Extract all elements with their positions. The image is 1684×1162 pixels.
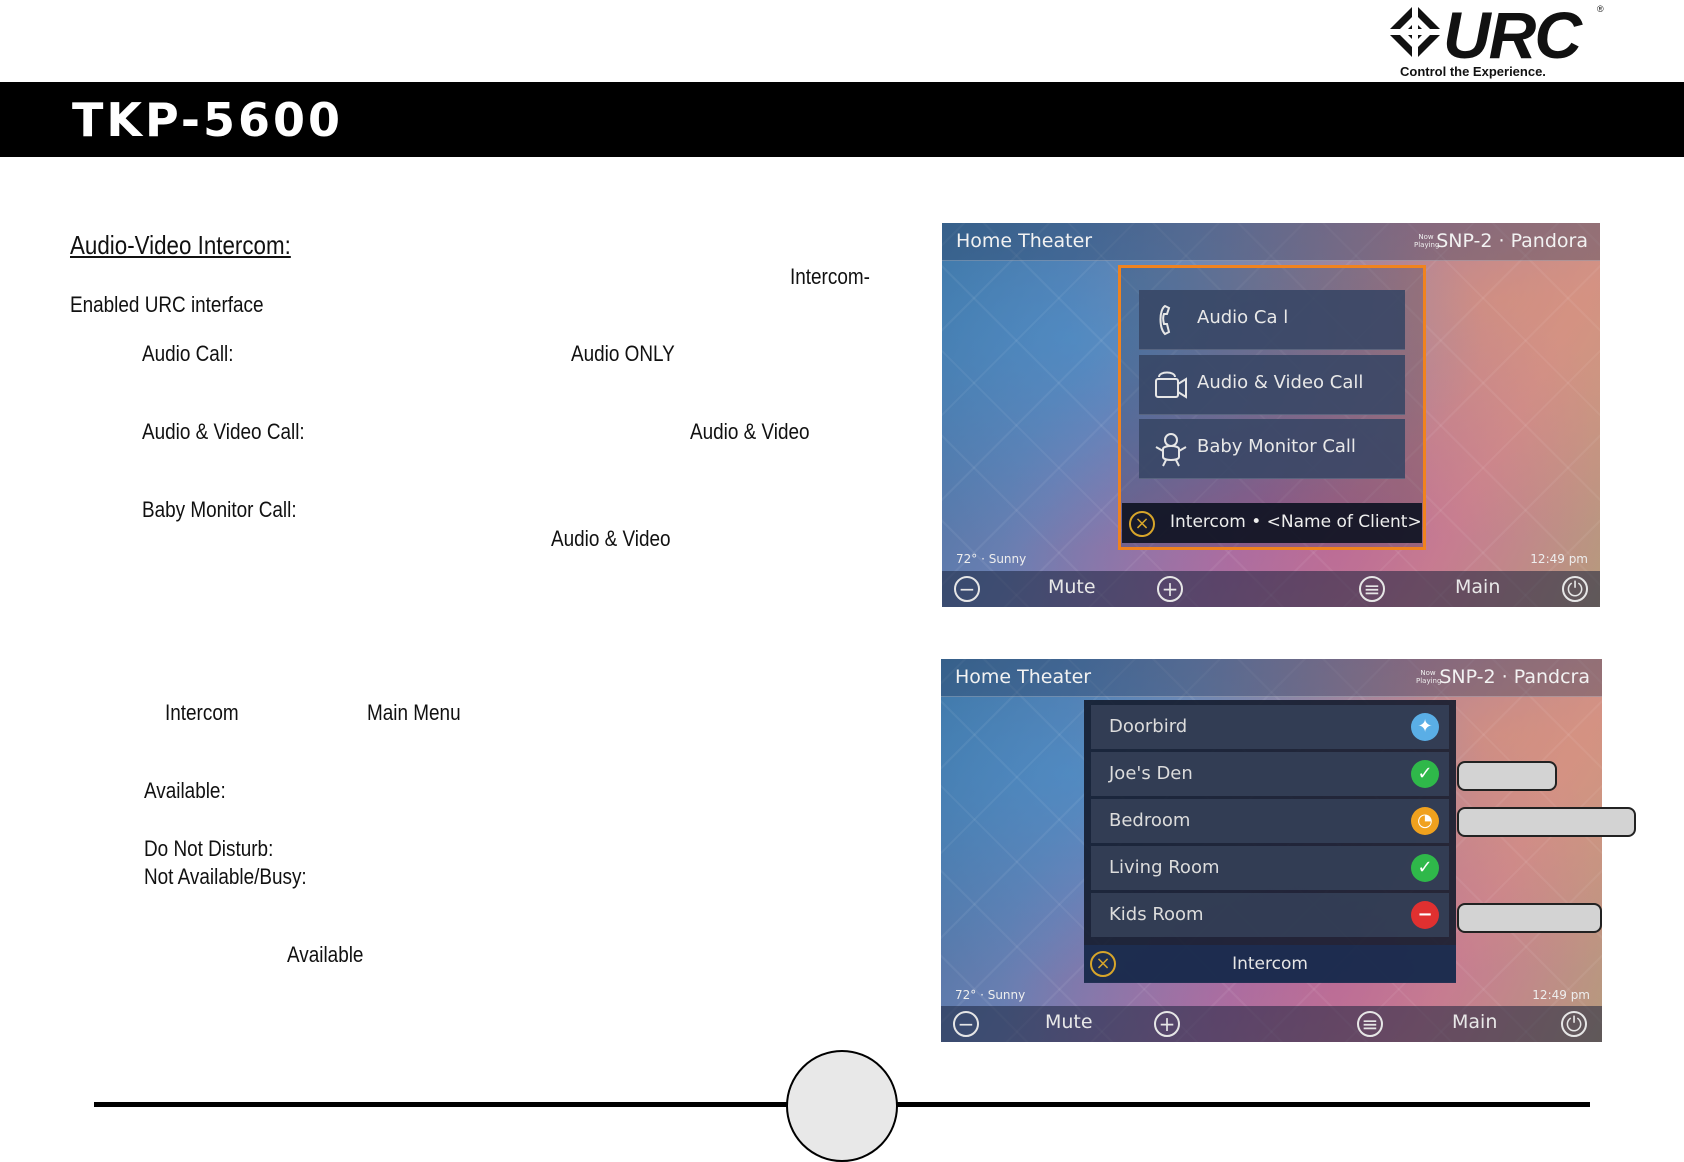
status-strip: 72° · Sunny 12:49 pm [941, 985, 1602, 1007]
main-button[interactable]: Main [1452, 1011, 1497, 1033]
intercom-fragment: Intercom- [790, 264, 870, 289]
power-icon[interactable]: ⏻ [1561, 1011, 1587, 1037]
dnd-label: Do Not Disturb: [144, 836, 274, 861]
callout-box [1457, 761, 1557, 791]
time-text: 12:49 pm [1532, 988, 1590, 1002]
page-title: TKP-5600 [72, 93, 344, 147]
power-icon[interactable]: ⏻ [1562, 576, 1588, 602]
volume-down-icon[interactable]: − [954, 576, 980, 602]
now-playing-label: Now Playing [1414, 233, 1440, 249]
audio-call-button[interactable]: Audio Ca l [1139, 290, 1405, 350]
svg-text:®: ® [1597, 4, 1604, 14]
list-item-label: Living Room [1109, 857, 1220, 878]
list-footer: × Intercom [1084, 945, 1456, 983]
intercom-word: Intercom [165, 700, 239, 725]
do-not-disturb-clock-icon: ◔ [1411, 807, 1439, 835]
list-item[interactable]: Doorbird ✦ [1091, 705, 1449, 749]
not-available-label: Not Available/Busy: [144, 864, 307, 889]
audio-only-text: Audio ONLY [571, 341, 675, 366]
section-heading: Audio-Video Intercom: [70, 230, 291, 260]
busy-icon: − [1411, 901, 1439, 929]
room-name: Home Theater [955, 666, 1092, 688]
source-name[interactable]: SNP-2 · Pandora [1436, 230, 1588, 252]
audio-video-call-button[interactable]: Audio & Video Call [1139, 355, 1405, 415]
page-number-badge [786, 1050, 898, 1162]
volume-up-icon[interactable]: + [1157, 576, 1183, 602]
enabled-fragment: Enabled URC interface [70, 292, 264, 317]
volume-up-icon[interactable]: + [1154, 1011, 1180, 1037]
audio-call-label: Audio Call: [142, 341, 234, 366]
now-playing-label: Now Playing [1416, 669, 1442, 685]
list-item-label: Kids Room [1109, 904, 1204, 925]
remote-icon[interactable]: ≡ [1357, 1011, 1383, 1037]
main-button[interactable]: Main [1455, 576, 1500, 598]
weather-text: 72° · Sunny [955, 988, 1026, 1002]
list-item[interactable]: Living Room ✓ [1091, 846, 1449, 890]
popup-footer-label: Intercom • <Name of Client> [1170, 512, 1422, 532]
status-strip: 72° · Sunny 12:49 pm [942, 549, 1600, 571]
callout-box [1457, 903, 1602, 933]
list-item[interactable]: Joe's Den ✓ [1091, 752, 1449, 796]
baby-monitor-label: Baby Monitor Call: [142, 497, 297, 522]
video-call-icon [1155, 371, 1187, 399]
mute-button[interactable]: Mute [1048, 576, 1096, 598]
room-name: Home Theater [956, 230, 1093, 252]
available-check-icon: ✓ [1411, 854, 1439, 882]
close-icon[interactable]: × [1129, 511, 1155, 537]
volume-down-icon[interactable]: − [953, 1011, 979, 1037]
available-word: Available [287, 942, 364, 967]
list-item[interactable]: Bedroom ◔ [1091, 799, 1449, 843]
doorbird-icon: ✦ [1411, 713, 1439, 741]
baby-icon [1155, 433, 1187, 467]
av-text-1: Audio & Video [690, 419, 810, 444]
audio-video-call-label: Audio & Video Call [1197, 372, 1364, 393]
phone-icon [1159, 304, 1171, 336]
svg-text:URC: URC [1443, 0, 1583, 72]
list-item[interactable]: Kids Room − [1091, 893, 1449, 937]
av-text-2: Audio & Video [551, 526, 671, 551]
popup-footer: × Intercom • <Name of Client> [1122, 503, 1422, 543]
bottom-bar: − Mute + ≡ Main ⏻ [942, 571, 1600, 607]
list-item-label: Doorbird [1109, 716, 1188, 737]
callout-box [1457, 807, 1636, 837]
bottom-bar: − Mute + ≡ Main ⏻ [941, 1006, 1602, 1042]
list-footer-label: Intercom [1232, 954, 1308, 974]
remote-icon[interactable]: ≡ [1359, 576, 1385, 602]
mute-button[interactable]: Mute [1045, 1011, 1093, 1033]
baby-monitor-call-label: Baby Monitor Call [1197, 436, 1356, 457]
source-name[interactable]: SNP-2 · Pandcra [1439, 666, 1590, 688]
audio-call-label: Audio Ca l [1197, 307, 1289, 328]
weather-text: 72° · Sunny [956, 552, 1027, 566]
time-text: 12:49 pm [1530, 552, 1588, 566]
list-item-label: Joe's Den [1109, 763, 1193, 784]
available-label: Available: [144, 778, 226, 803]
available-check-icon: ✓ [1411, 760, 1439, 788]
logo-tagline: Control the Experience. [1400, 64, 1546, 79]
av-call-label: Audio & Video Call: [142, 419, 305, 444]
baby-monitor-call-button[interactable]: Baby Monitor Call [1139, 419, 1405, 479]
main-menu-word: Main Menu [367, 700, 461, 725]
list-item-label: Bedroom [1109, 810, 1191, 831]
